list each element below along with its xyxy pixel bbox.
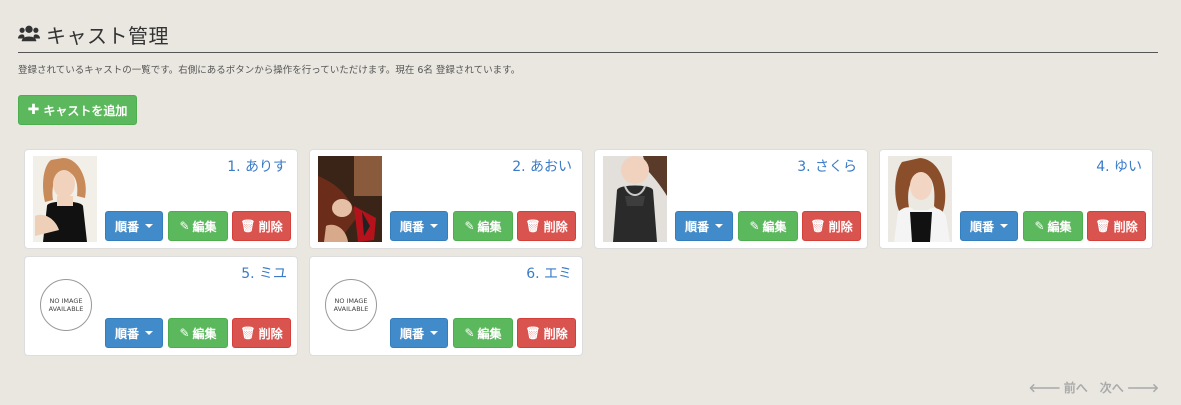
cast-card: NO IMAGE AVAILABLE 5. ミユ 順番 ✎ 編集 🗑 削除 bbox=[24, 256, 298, 356]
pagination: 🡐 前へ 次へ 🡒 bbox=[1029, 379, 1159, 396]
delete-button[interactable]: 🗑 削除 bbox=[517, 211, 576, 241]
delete-label: 削除 bbox=[828, 219, 853, 234]
cast-card: 4. ゆい 順番 ✎ 編集 🗑 削除 bbox=[879, 149, 1153, 249]
cast-card: 2. あおい 順番 ✎ 編集 🗑 削除 bbox=[309, 149, 583, 249]
trash-icon: 🗑 bbox=[525, 326, 541, 340]
cast-grid: 1. ありす 順番 ✎編集 🗑削除 2. あおい 順番 ✎編集 🗑削除 bbox=[24, 149, 1154, 359]
edit-label: 編集 bbox=[1047, 219, 1072, 234]
caret-down-icon bbox=[145, 224, 153, 228]
order-label: 順番 bbox=[969, 219, 994, 234]
prev-page-link[interactable]: 🡐 前へ bbox=[1029, 379, 1088, 396]
cast-name: 5. ミユ bbox=[241, 266, 287, 282]
order-dropdown-button[interactable]: 順番 bbox=[105, 318, 163, 348]
delete-button[interactable]: 🗑 削除 bbox=[1087, 211, 1146, 241]
order-label: 順番 bbox=[114, 219, 139, 234]
cast-card: 3. さくら 順番 ✎ 編集 🗑 削除 bbox=[594, 149, 868, 249]
cast-photo bbox=[33, 156, 97, 242]
caret-down-icon bbox=[145, 331, 153, 335]
delete-label: 削除 bbox=[1113, 219, 1138, 234]
edit-label: 編集 bbox=[477, 219, 502, 234]
edit-button[interactable]: ✎ 編集 bbox=[738, 211, 798, 241]
pencil-icon: ✎ bbox=[464, 219, 475, 233]
delete-button[interactable]: 🗑 削除 bbox=[517, 318, 576, 348]
trash-icon: 🗑 bbox=[1095, 219, 1111, 233]
order-label: 順番 bbox=[114, 326, 139, 341]
cast-name: 3. さくら bbox=[797, 159, 857, 175]
delete-label: 削除 bbox=[258, 219, 283, 234]
arrow-right-icon: 🡒 bbox=[1126, 381, 1159, 395]
cast-name: 6. エミ bbox=[526, 266, 572, 282]
trash-icon: 🗑 bbox=[810, 219, 826, 233]
cast-name: 4. ゆい bbox=[1096, 159, 1142, 175]
delete-button[interactable]: 🗑 削除 bbox=[232, 211, 291, 241]
edit-button[interactable]: ✎ 編集 bbox=[168, 211, 228, 241]
delete-label: 削除 bbox=[258, 326, 283, 341]
pencil-icon: ✎ bbox=[179, 326, 190, 340]
edit-button[interactable]: ✎ 編集 bbox=[453, 318, 513, 348]
add-cast-button[interactable]: ✚ キャストを追加 bbox=[18, 95, 137, 125]
caret-down-icon bbox=[1000, 224, 1008, 228]
no-image-text: NO IMAGE bbox=[334, 297, 368, 305]
plus-icon: ✚ bbox=[27, 102, 40, 118]
pencil-icon: ✎ bbox=[749, 219, 760, 233]
no-image-text: AVAILABLE bbox=[48, 305, 84, 313]
caret-down-icon bbox=[715, 224, 723, 228]
cast-photo bbox=[603, 156, 667, 242]
delete-button[interactable]: 🗑 削除 bbox=[802, 211, 861, 241]
caret-down-icon bbox=[430, 331, 438, 335]
cast-card: 1. ありす 順番 ✎ 編集 🗑 削除 bbox=[24, 149, 298, 249]
edit-label: 編集 bbox=[192, 326, 217, 341]
no-image-text: AVAILABLE bbox=[333, 305, 369, 313]
edit-button[interactable]: ✎ 編集 bbox=[168, 318, 228, 348]
cast-name: 2. あおい bbox=[512, 159, 572, 175]
order-dropdown-button[interactable]: 順番 bbox=[390, 318, 448, 348]
page-description: 登録されているキャストの一覧です。右側にあるボタンから操作を行っていただけます。… bbox=[18, 65, 521, 76]
no-image-text: NO IMAGE bbox=[49, 297, 83, 305]
delete-label: 削除 bbox=[543, 219, 568, 234]
delete-button[interactable]: 🗑 削除 bbox=[232, 318, 291, 348]
order-label: 順番 bbox=[399, 219, 424, 234]
add-cast-label: キャストを追加 bbox=[43, 103, 128, 118]
no-image-placeholder: NO IMAGE AVAILABLE bbox=[325, 279, 377, 331]
pencil-icon: ✎ bbox=[464, 326, 475, 340]
no-image-placeholder: NO IMAGE AVAILABLE bbox=[40, 279, 92, 331]
page-title: キャスト管理 bbox=[46, 23, 169, 48]
trash-icon: 🗑 bbox=[240, 326, 256, 340]
order-dropdown-button[interactable]: 順番 bbox=[105, 211, 163, 241]
edit-label: 編集 bbox=[477, 326, 502, 341]
edit-label: 編集 bbox=[762, 219, 787, 234]
prev-label: 前へ bbox=[1063, 381, 1088, 395]
next-label: 次へ bbox=[1099, 381, 1124, 395]
cast-name: 1. ありす bbox=[227, 159, 287, 175]
edit-button[interactable]: ✎ 編集 bbox=[453, 211, 513, 241]
order-dropdown-button[interactable]: 順番 bbox=[960, 211, 1018, 241]
trash-icon: 🗑 bbox=[525, 219, 541, 233]
delete-label: 削除 bbox=[543, 326, 568, 341]
page-header: キャスト管理 bbox=[18, 16, 1158, 53]
users-icon bbox=[18, 25, 40, 42]
trash-icon: 🗑 bbox=[240, 219, 256, 233]
next-page-link[interactable]: 次へ 🡒 bbox=[1100, 379, 1159, 396]
pencil-icon: ✎ bbox=[1034, 219, 1045, 233]
cast-photo bbox=[318, 156, 382, 242]
pencil-icon: ✎ bbox=[179, 219, 190, 233]
edit-label: 編集 bbox=[192, 219, 217, 234]
caret-down-icon bbox=[430, 224, 438, 228]
cast-photo bbox=[888, 156, 952, 242]
cast-card: NO IMAGE AVAILABLE 6. エミ 順番 ✎ 編集 🗑 削除 bbox=[309, 256, 583, 356]
edit-button[interactable]: ✎ 編集 bbox=[1023, 211, 1083, 241]
arrow-left-icon: 🡐 bbox=[1028, 381, 1061, 395]
order-dropdown-button[interactable]: 順番 bbox=[390, 211, 448, 241]
order-label: 順番 bbox=[684, 219, 709, 234]
order-label: 順番 bbox=[399, 326, 424, 341]
order-dropdown-button[interactable]: 順番 bbox=[675, 211, 733, 241]
